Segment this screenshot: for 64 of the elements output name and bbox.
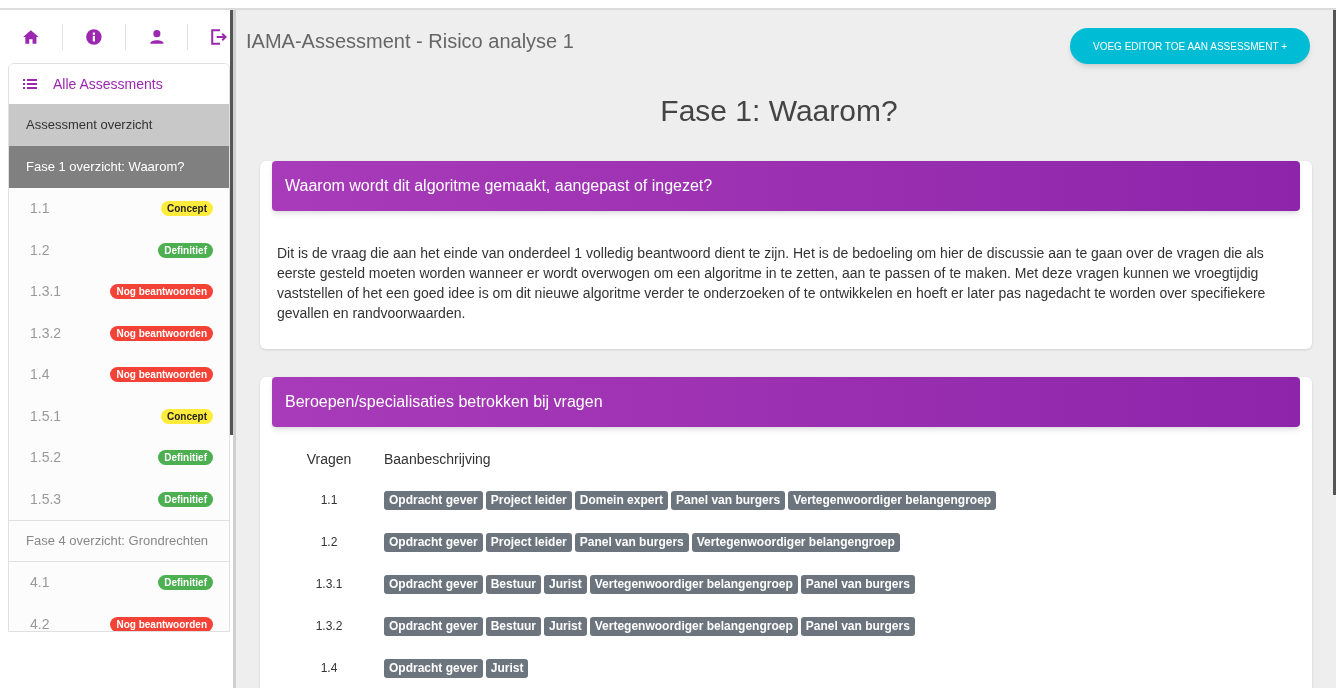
sidebar-header-label: Alle Assessments — [53, 74, 163, 94]
logout-icon[interactable] — [210, 27, 228, 46]
scrollbar[interactable] — [1333, 10, 1336, 495]
info-icon[interactable] — [84, 27, 103, 46]
status-badge: Definitief — [158, 242, 213, 258]
status-badge: Definitief — [158, 491, 213, 507]
question-number[interactable]: 1.5.1 — [30, 405, 62, 427]
role-tag: Domein expert — [574, 490, 669, 510]
status-badge: Concept — [161, 201, 213, 217]
role-tag: Panel van burgers — [671, 490, 786, 510]
question-number[interactable]: 1.1 — [30, 198, 50, 220]
scrollbar[interactable] — [230, 10, 233, 435]
status-badge: Nog beantwoorden — [110, 367, 213, 383]
question-number[interactable]: 4.2 — [30, 613, 50, 631]
status-badge: Nog beantwoorden — [110, 616, 213, 631]
sidebar-item[interactable]: Fase 4 overzicht: Grondrechten — [9, 520, 229, 562]
add-editor-button[interactable]: VOEG EDITOR TOE AAN ASSESSMENT + — [1070, 28, 1310, 64]
question-number[interactable]: 4.1 — [30, 572, 50, 594]
role-tag: Jurist — [544, 574, 587, 594]
role-tag: Panel van burgers — [800, 574, 915, 594]
column-header: Vragen — [305, 449, 353, 469]
role-tag: Opdracht gever — [384, 574, 483, 594]
role-tag: Opdracht gever — [384, 658, 483, 678]
column-header: Baanbeschrijving — [383, 449, 491, 469]
role-tag: Vertegenwoordiger belangengroep — [589, 574, 798, 594]
status-badge: Concept — [161, 408, 213, 424]
list-icon — [23, 78, 37, 90]
role-tag: Vertegenwoordiger belangengroep — [691, 532, 900, 552]
phase-title: Fase 1: Waarom? — [659, 93, 899, 129]
sidebar-item[interactable]: Assessment overzicht — [9, 104, 229, 146]
table-cell-text: 1.4 — [319, 660, 339, 677]
question-number[interactable]: 1.4 — [30, 364, 50, 386]
card-header: Beroepen/specialisaties betrokken bij vragen — [272, 377, 1300, 427]
role-tag: Vertegenwoordiger belangengroep — [589, 616, 798, 636]
role-tag: Panel van burgers — [800, 616, 915, 636]
question-number[interactable]: 1.2 — [30, 239, 50, 261]
role-tag: Opdracht gever — [384, 490, 483, 510]
card-header: Waarom wordt dit algoritme gemaakt, aangepast of ingezet? — [272, 161, 1300, 211]
role-tag: Bestuur — [485, 574, 542, 594]
status-badge: Nog beantwoorden — [110, 325, 213, 341]
question-number[interactable]: 1.3.2 — [30, 322, 62, 344]
question-number[interactable]: 1.5.3 — [30, 488, 62, 510]
role-tag: Vertegenwoordiger belangengroep — [788, 490, 997, 510]
role-tag: Opdracht gever — [384, 532, 483, 552]
page-title: IAMA-Assessment - Risico analyse 1 — [246, 29, 574, 54]
status-badge: Definitief — [158, 575, 213, 591]
table-cell-text: 1.2 — [319, 534, 339, 551]
table-cell-text: 1.3.1 — [314, 576, 344, 593]
sidebar-item[interactable]: Fase 1 overzicht: Waarom? — [9, 146, 229, 188]
question-number[interactable]: 1.5.2 — [30, 447, 62, 469]
role-tag: Jurist — [485, 658, 529, 678]
role-tag: Project leider — [485, 490, 572, 510]
role-tag: Project leider — [485, 532, 572, 552]
role-tag: Bestuur — [485, 616, 542, 636]
status-badge: Definitief — [158, 450, 213, 466]
status-badge: Nog beantwoorden — [110, 284, 213, 300]
role-tag: Panel van burgers — [574, 532, 689, 552]
role-tag: Opdracht gever — [384, 616, 483, 636]
table-cell-text: 1.1 — [319, 492, 339, 509]
question-number[interactable]: 1.3.1 — [30, 281, 62, 303]
role-tag: Jurist — [544, 616, 587, 636]
user-icon[interactable] — [147, 27, 166, 46]
description-text: Dit is de vraag die aan het einde van onderdeel 1 volledig beantwoord dient te zijn. Het is de bedoeling om hier de discussie aan te gaan over de vragen die als eerste gesteld moeten worden wanneer er wordt overwogen om een algoritme in te zetten, aan te passen of te maken. Met deze vragen kunnen we vroegtijdig vaststellen of het een goed idee is om dit nieuwe algoritme verder te onderzoeken of te ontwikkelen en hoeft er later pas nagedacht te worden over specifiekere gevallen en randvoorwaarden. — [276, 244, 1267, 323]
table-cell-text: 1.3.2 — [314, 618, 344, 635]
